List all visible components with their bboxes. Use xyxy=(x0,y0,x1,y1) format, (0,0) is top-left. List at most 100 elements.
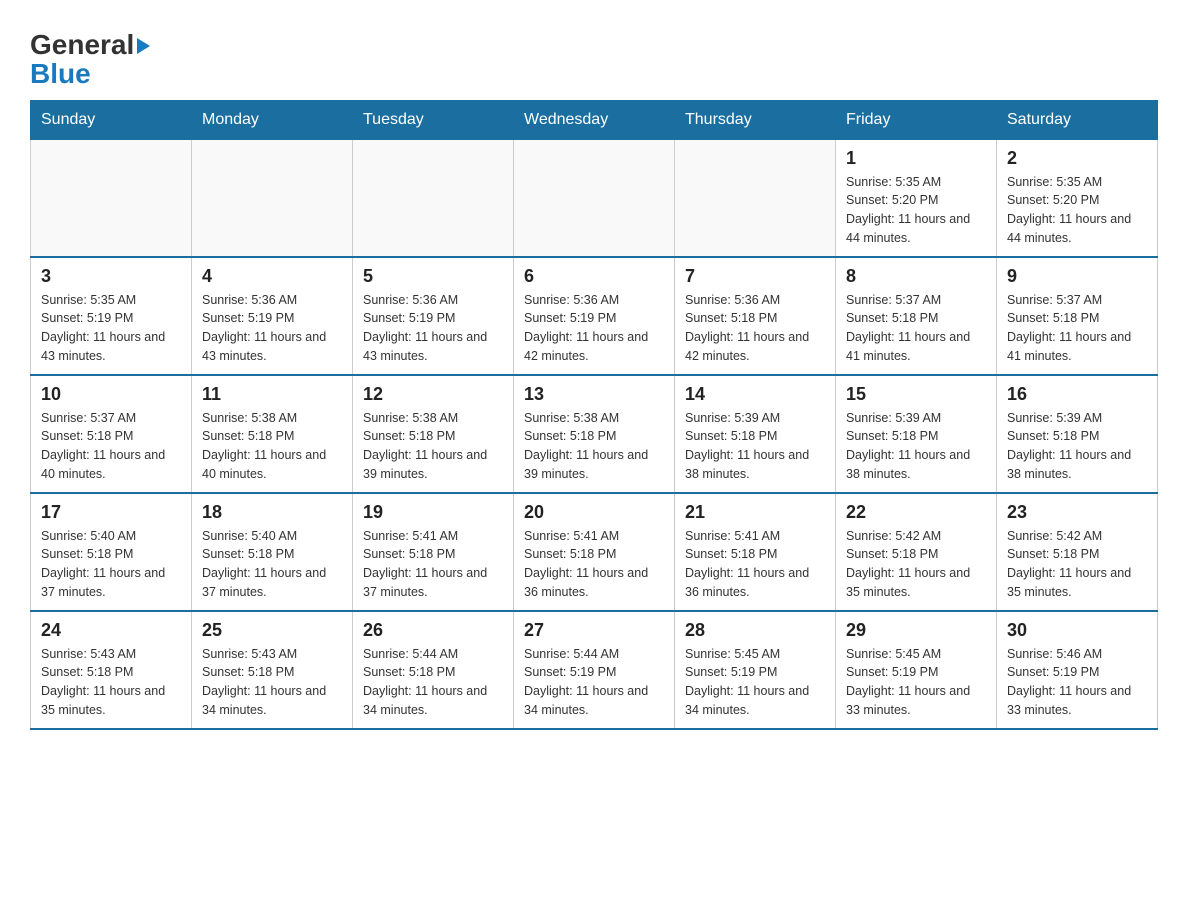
day-number: 10 xyxy=(41,384,181,405)
day-number: 14 xyxy=(685,384,825,405)
day-number: 8 xyxy=(846,266,986,287)
logo-general-text: General xyxy=(30,30,134,61)
weekday-header-saturday: Saturday xyxy=(997,100,1158,139)
day-info: Sunrise: 5:37 AMSunset: 5:18 PMDaylight:… xyxy=(1007,291,1147,366)
calendar-cell: 19 Sunrise: 5:41 AMSunset: 5:18 PMDayligh… xyxy=(353,493,514,611)
calendar-cell xyxy=(31,139,192,257)
day-info: Sunrise: 5:36 AMSunset: 5:19 PMDaylight:… xyxy=(363,291,503,366)
day-number: 2 xyxy=(1007,148,1147,169)
calendar-cell: 14 Sunrise: 5:39 AMSunset: 5:18 PMDayligh… xyxy=(675,375,836,493)
weekday-header-monday: Monday xyxy=(192,100,353,139)
weekday-header-row: SundayMondayTuesdayWednesdayThursdayFrid… xyxy=(31,100,1158,139)
weekday-header-sunday: Sunday xyxy=(31,100,192,139)
calendar-cell: 16 Sunrise: 5:39 AMSunset: 5:18 PMDayligh… xyxy=(997,375,1158,493)
day-number: 6 xyxy=(524,266,664,287)
calendar-cell: 8 Sunrise: 5:37 AMSunset: 5:18 PMDaylight… xyxy=(836,257,997,375)
calendar-cell xyxy=(514,139,675,257)
day-info: Sunrise: 5:44 AMSunset: 5:19 PMDaylight:… xyxy=(524,645,664,720)
day-number: 29 xyxy=(846,620,986,641)
page-header: General Blue xyxy=(30,20,1158,90)
calendar-cell: 2 Sunrise: 5:35 AMSunset: 5:20 PMDaylight… xyxy=(997,139,1158,257)
calendar-cell: 11Sunrise: 5:38 AMSunset: 5:18 PMDayligh… xyxy=(192,375,353,493)
day-info: Sunrise: 5:45 AMSunset: 5:19 PMDaylight:… xyxy=(685,645,825,720)
day-info: Sunrise: 5:38 AMSunset: 5:18 PMDaylight:… xyxy=(524,409,664,484)
calendar-cell: 10 Sunrise: 5:37 AMSunset: 5:18 PMDayligh… xyxy=(31,375,192,493)
calendar-cell: 29 Sunrise: 5:45 AMSunset: 5:19 PMDayligh… xyxy=(836,611,997,729)
day-info: Sunrise: 5:40 AMSunset: 5:18 PMDaylight:… xyxy=(41,527,181,602)
day-info: Sunrise: 5:42 AMSunset: 5:18 PMDaylight:… xyxy=(1007,527,1147,602)
day-number: 28 xyxy=(685,620,825,641)
calendar-cell: 3 Sunrise: 5:35 AMSunset: 5:19 PMDaylight… xyxy=(31,257,192,375)
calendar-cell: 17 Sunrise: 5:40 AMSunset: 5:18 PMDayligh… xyxy=(31,493,192,611)
calendar-table: SundayMondayTuesdayWednesdayThursdayFrid… xyxy=(30,100,1158,730)
day-number: 19 xyxy=(363,502,503,523)
calendar-cell: 4 Sunrise: 5:36 AMSunset: 5:19 PMDaylight… xyxy=(192,257,353,375)
day-info: Sunrise: 5:37 AMSunset: 5:18 PMDaylight:… xyxy=(846,291,986,366)
calendar-cell: 12 Sunrise: 5:38 AMSunset: 5:18 PMDayligh… xyxy=(353,375,514,493)
calendar-cell: 20 Sunrise: 5:41 AMSunset: 5:18 PMDayligh… xyxy=(514,493,675,611)
day-number: 30 xyxy=(1007,620,1147,641)
day-info: Sunrise: 5:39 AMSunset: 5:18 PMDaylight:… xyxy=(1007,409,1147,484)
calendar-cell: 7 Sunrise: 5:36 AMSunset: 5:18 PMDaylight… xyxy=(675,257,836,375)
day-number: 4 xyxy=(202,266,342,287)
calendar-week-5: 24Sunrise: 5:43 AMSunset: 5:18 PMDayligh… xyxy=(31,611,1158,729)
calendar-cell xyxy=(353,139,514,257)
calendar-cell: 23 Sunrise: 5:42 AMSunset: 5:18 PMDayligh… xyxy=(997,493,1158,611)
day-number: 18 xyxy=(202,502,342,523)
day-info: Sunrise: 5:38 AMSunset: 5:18 PMDaylight:… xyxy=(363,409,503,484)
day-info: Sunrise: 5:36 AMSunset: 5:19 PMDaylight:… xyxy=(202,291,342,366)
calendar-cell xyxy=(675,139,836,257)
day-info: Sunrise: 5:36 AMSunset: 5:18 PMDaylight:… xyxy=(685,291,825,366)
day-info: Sunrise: 5:35 AMSunset: 5:20 PMDaylight:… xyxy=(846,173,986,248)
day-number: 23 xyxy=(1007,502,1147,523)
day-number: 25 xyxy=(202,620,342,641)
day-number: 17 xyxy=(41,502,181,523)
day-number: 12 xyxy=(363,384,503,405)
day-info: Sunrise: 5:43 AMSunset: 5:18 PMDaylight:… xyxy=(202,645,342,720)
calendar-cell: 6 Sunrise: 5:36 AMSunset: 5:19 PMDaylight… xyxy=(514,257,675,375)
logo-blue-text: Blue xyxy=(30,59,150,90)
day-info: Sunrise: 5:44 AMSunset: 5:18 PMDaylight:… xyxy=(363,645,503,720)
day-info: Sunrise: 5:43 AMSunset: 5:18 PMDaylight:… xyxy=(41,645,181,720)
day-info: Sunrise: 5:37 AMSunset: 5:18 PMDaylight:… xyxy=(41,409,181,484)
day-number: 20 xyxy=(524,502,664,523)
calendar-cell: 21 Sunrise: 5:41 AMSunset: 5:18 PMDayligh… xyxy=(675,493,836,611)
calendar-cell: 18 Sunrise: 5:40 AMSunset: 5:18 PMDayligh… xyxy=(192,493,353,611)
day-info: Sunrise: 5:42 AMSunset: 5:18 PMDaylight:… xyxy=(846,527,986,602)
day-info: Sunrise: 5:46 AMSunset: 5:19 PMDaylight:… xyxy=(1007,645,1147,720)
day-info: Sunrise: 5:45 AMSunset: 5:19 PMDaylight:… xyxy=(846,645,986,720)
day-number: 7 xyxy=(685,266,825,287)
logo[interactable]: General Blue xyxy=(30,30,150,90)
day-info: Sunrise: 5:35 AMSunset: 5:20 PMDaylight:… xyxy=(1007,173,1147,248)
day-info: Sunrise: 5:41 AMSunset: 5:18 PMDaylight:… xyxy=(363,527,503,602)
day-number: 27 xyxy=(524,620,664,641)
day-number: 5 xyxy=(363,266,503,287)
day-info: Sunrise: 5:41 AMSunset: 5:18 PMDaylight:… xyxy=(685,527,825,602)
calendar-cell: 9Sunrise: 5:37 AMSunset: 5:18 PMDaylight… xyxy=(997,257,1158,375)
day-number: 13 xyxy=(524,384,664,405)
weekday-header-tuesday: Tuesday xyxy=(353,100,514,139)
calendar-week-3: 10 Sunrise: 5:37 AMSunset: 5:18 PMDayligh… xyxy=(31,375,1158,493)
calendar-cell: 13 Sunrise: 5:38 AMSunset: 5:18 PMDayligh… xyxy=(514,375,675,493)
day-info: Sunrise: 5:41 AMSunset: 5:18 PMDaylight:… xyxy=(524,527,664,602)
calendar-cell: 22Sunrise: 5:42 AMSunset: 5:18 PMDayligh… xyxy=(836,493,997,611)
calendar-cell: 26Sunrise: 5:44 AMSunset: 5:18 PMDayligh… xyxy=(353,611,514,729)
day-info: Sunrise: 5:39 AMSunset: 5:18 PMDaylight:… xyxy=(685,409,825,484)
calendar-cell: 27 Sunrise: 5:44 AMSunset: 5:19 PMDayligh… xyxy=(514,611,675,729)
logo-triangle-icon xyxy=(137,38,150,54)
calendar-week-2: 3 Sunrise: 5:35 AMSunset: 5:19 PMDaylight… xyxy=(31,257,1158,375)
day-number: 15 xyxy=(846,384,986,405)
day-number: 21 xyxy=(685,502,825,523)
day-info: Sunrise: 5:40 AMSunset: 5:18 PMDaylight:… xyxy=(202,527,342,602)
day-info: Sunrise: 5:36 AMSunset: 5:19 PMDaylight:… xyxy=(524,291,664,366)
day-number: 1 xyxy=(846,148,986,169)
calendar-week-1: 1 Sunrise: 5:35 AMSunset: 5:20 PMDaylight… xyxy=(31,139,1158,257)
weekday-header-thursday: Thursday xyxy=(675,100,836,139)
day-number: 16 xyxy=(1007,384,1147,405)
weekday-header-wednesday: Wednesday xyxy=(514,100,675,139)
day-info: Sunrise: 5:35 AMSunset: 5:19 PMDaylight:… xyxy=(41,291,181,366)
calendar-cell: 1 Sunrise: 5:35 AMSunset: 5:20 PMDaylight… xyxy=(836,139,997,257)
calendar-cell: 30 Sunrise: 5:46 AMSunset: 5:19 PMDayligh… xyxy=(997,611,1158,729)
day-number: 3 xyxy=(41,266,181,287)
calendar-cell: 24Sunrise: 5:43 AMSunset: 5:18 PMDayligh… xyxy=(31,611,192,729)
